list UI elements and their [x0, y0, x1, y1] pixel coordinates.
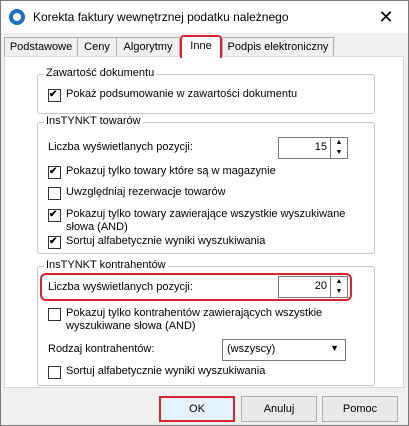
include-reservations-label: Uwzględniaj rezerwacje towarów — [66, 186, 226, 198]
group-legend: Zawartość dokumentu — [44, 67, 157, 79]
contractors-sort-alpha-label: Sortuj alfabetycznie wyniki wyszukiwania — [66, 365, 266, 377]
tab-ceny[interactable]: Ceny — [77, 37, 117, 56]
goods-sort-alpha-label: Sortuj alfabetycznie wyniki wyszukiwania — [66, 235, 266, 247]
goods-all-words-checkbox[interactable] — [48, 208, 61, 222]
contractors-all-words-label-line1: Pokazuj tylko kontrahentów zawierających… — [66, 307, 323, 319]
goods-count-stepper[interactable]: 15 ▲ ▼ — [278, 137, 348, 159]
spin-down-icon[interactable]: ▼ — [331, 148, 347, 158]
goods-count-value: 15 — [314, 141, 327, 153]
contractors-count-value: 20 — [314, 280, 327, 292]
contractor-type-label: Rodzaj kontrahentów: — [48, 343, 155, 355]
spin-buttons: ▲ ▼ — [330, 277, 347, 297]
show-summary-checkbox[interactable] — [48, 88, 61, 102]
include-reservations-checkbox[interactable] — [48, 187, 61, 200]
tab-algorytmy[interactable]: Algorytmy — [116, 37, 180, 56]
goods-all-words-label-line1: Pokazuj tylko towary zawierające wszystk… — [66, 208, 346, 220]
group-instynkt-contractors: InsTYNKT kontrahentów Liczba wyświetlany… — [37, 259, 375, 386]
group-instynkt-goods: InsTYNKT towarów Liczba wyświetlanych po… — [37, 115, 375, 254]
tab-podpis-elektroniczny[interactable]: Podpis elektroniczny — [222, 37, 334, 56]
close-icon[interactable]: ✕ — [371, 7, 401, 27]
tab-inne[interactable]: Inne — [180, 35, 222, 58]
contractors-all-words-checkbox[interactable] — [48, 308, 61, 321]
contractor-type-value: (wszyscy) — [227, 343, 276, 355]
tab-podstawowe[interactable]: Podstawowe — [4, 37, 78, 56]
only-in-stock-checkbox[interactable] — [48, 165, 61, 179]
goods-sort-alpha-checkbox[interactable] — [48, 235, 61, 249]
contractor-type-select[interactable]: (wszyscy) ▼ — [222, 339, 346, 361]
goods-all-words-label-line2: słowa (AND) — [66, 221, 128, 233]
dialog-window: Korekta faktury wewnętrznej podatku nale… — [0, 0, 409, 426]
spin-buttons: ▲ ▼ — [330, 138, 347, 158]
spin-up-icon[interactable]: ▲ — [331, 277, 347, 287]
ok-button[interactable]: OK — [159, 396, 235, 422]
title-bar: Korekta faktury wewnętrznej podatku nale… — [1, 1, 408, 33]
contractors-sort-alpha-checkbox[interactable] — [48, 366, 61, 379]
contractors-count-label: Liczba wyświetlanych pozycji: — [48, 281, 193, 293]
window-title: Korekta faktury wewnętrznej podatku nale… — [33, 10, 289, 24]
spin-down-icon[interactable]: ▼ — [331, 287, 347, 297]
show-summary-label: Pokaż podsumowanie w zawartości dokument… — [66, 88, 298, 100]
group-legend: InsTYNKT kontrahentów — [44, 259, 168, 271]
contractors-all-words-label-line2: wyszukiwane słowa (AND) — [66, 320, 196, 332]
cancel-button[interactable]: Anuluj — [241, 396, 317, 422]
chevron-down-icon: ▼ — [330, 343, 339, 353]
contractors-count-stepper[interactable]: 20 ▲ ▼ — [278, 276, 348, 298]
group-legend: InsTYNKT towarów — [44, 115, 143, 127]
help-button[interactable]: Pomoc — [322, 396, 398, 422]
only-in-stock-label: Pokazuj tylko towary które są w magazyni… — [66, 165, 276, 177]
tab-panel-inne: Zawartość dokumentu Pokaż podsumowanie w… — [4, 56, 404, 388]
spin-up-icon[interactable]: ▲ — [331, 138, 347, 148]
goods-count-label: Liczba wyświetlanych pozycji: — [48, 141, 193, 153]
app-logo-icon — [9, 9, 25, 25]
group-document-content: Zawartość dokumentu Pokaż podsumowanie w… — [37, 67, 375, 114]
